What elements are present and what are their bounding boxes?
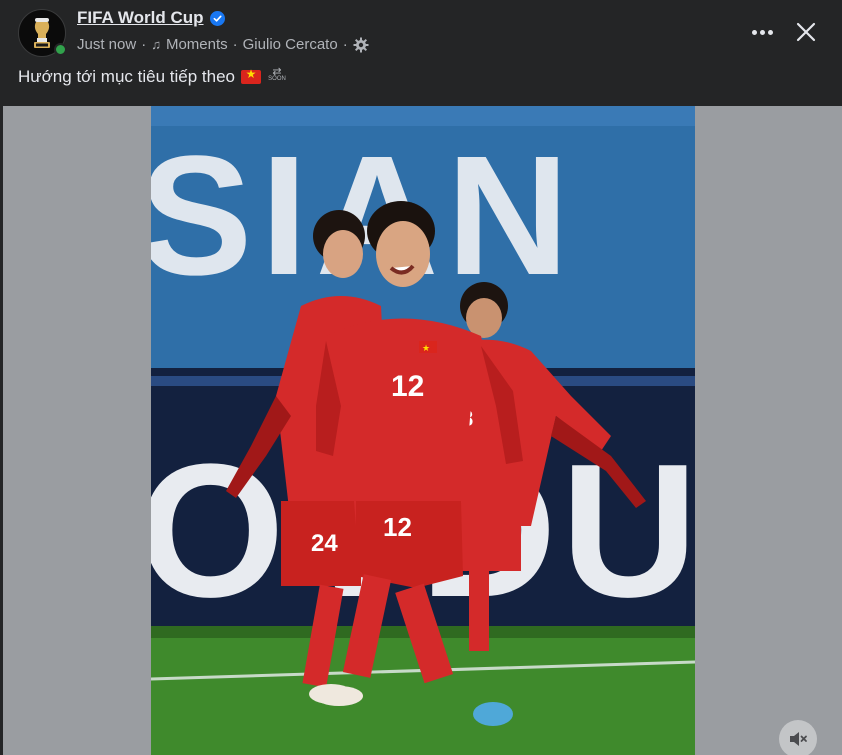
post-author[interactable]: Giulio Cercato <box>243 36 338 53</box>
meta-separator: · <box>232 36 238 53</box>
meta-separator: · <box>141 36 147 53</box>
post-viewer: FIFA World Cup Just now · ♫ Moments · Gi… <box>0 0 842 755</box>
post-caption: Hướng tới mục tiêu tiếp theo ⇄SOON <box>18 67 287 87</box>
svg-text:12: 12 <box>383 512 412 542</box>
close-button[interactable] <box>790 16 822 48</box>
caption-text: Hướng tới mục tiêu tiếp theo <box>18 67 235 86</box>
banner-top-text: SIAN <box>151 121 577 311</box>
speaker-muted-icon <box>790 732 807 746</box>
meta-separator: · <box>342 36 348 53</box>
soon-arrow-icon: ⇄ SOON <box>268 66 286 83</box>
verified-badge-icon <box>209 10 225 26</box>
jersey-number-back: 24 <box>311 530 338 557</box>
more-options-icon <box>751 29 757 35</box>
gear-icon[interactable] <box>353 37 369 53</box>
music-note-icon: ♫ <box>151 37 161 52</box>
post-category[interactable]: Moments <box>166 36 228 53</box>
more-options-button[interactable] <box>745 18 779 46</box>
online-status-dot <box>54 43 67 56</box>
page-avatar[interactable] <box>18 9 67 57</box>
vietnam-flag-icon <box>241 67 261 84</box>
media-container: SIAN OVDUS 8 <box>3 106 842 755</box>
post-timestamp[interactable]: Just now <box>77 36 136 53</box>
page-name-link[interactable]: FIFA World Cup <box>77 8 204 28</box>
mute-button[interactable] <box>779 720 817 755</box>
post-header: FIFA World Cup Just now · ♫ Moments · Gi… <box>0 0 842 64</box>
close-icon <box>796 22 816 42</box>
post-photo[interactable]: SIAN OVDUS 8 <box>151 106 695 755</box>
svg-text:★: ★ <box>422 343 430 353</box>
jersey-number-front: 12 <box>391 370 424 403</box>
post-meta: Just now · ♫ Moments · Giulio Cercato · <box>77 36 369 53</box>
